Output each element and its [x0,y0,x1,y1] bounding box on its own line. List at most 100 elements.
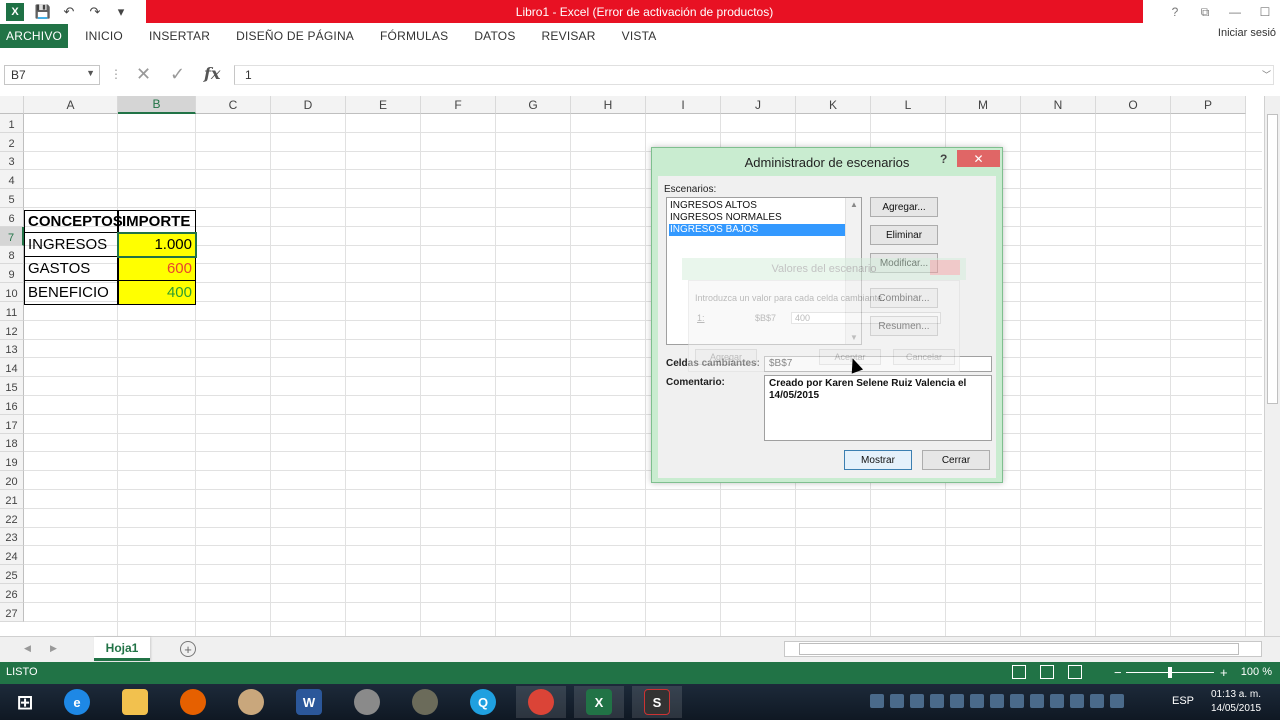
column-header-l[interactable]: L [871,96,946,114]
table-cell-concept[interactable]: INGRESOS [24,233,118,257]
table-header-conceptos[interactable]: CONCEPTOS [24,210,123,233]
zoom-out-icon[interactable]: − [1114,665,1122,680]
ribbon-display-button[interactable]: ⧉ [1190,0,1220,24]
show-button[interactable]: Mostrar [844,450,912,470]
normal-view-icon[interactable] [1012,665,1026,679]
row-header-1[interactable]: 1 [0,114,24,133]
scroll-up-icon[interactable]: ▲ [850,200,858,209]
column-header-d[interactable]: D [271,96,346,114]
sheet-tab-hoja1[interactable]: Hoja1 [94,637,150,661]
dialog-help-button[interactable]: ? [940,152,947,166]
taskbar-app-7[interactable] [400,686,450,718]
list-item[interactable]: INGRESOS BAJOS [669,224,845,236]
horizontal-scrollbar[interactable] [784,641,1262,657]
name-box[interactable]: B7 ▼ [4,65,100,85]
zoom-level[interactable]: 100 % [1241,666,1272,678]
maximize-button[interactable]: ☐ [1250,0,1280,24]
row-header-6[interactable]: 6 [0,208,24,227]
tab-diseno-de-pagina[interactable]: DISEÑO DE PÁGINA [223,24,367,48]
row-header-16[interactable]: 16 [0,396,24,415]
row-header-11[interactable]: 11 [0,302,24,321]
formula-input[interactable]: 1 ﹀ [234,65,1274,85]
row-header-9[interactable]: 9 [0,264,24,284]
zoom-slider[interactable] [1126,667,1214,678]
column-header-g[interactable]: G [496,96,571,114]
taskbar-chrome[interactable] [516,686,566,718]
row-header-4[interactable]: 4 [0,170,24,190]
column-header-h[interactable]: H [571,96,646,114]
chevron-down-icon[interactable]: ▼ [86,68,95,78]
tray-icon[interactable] [1090,694,1104,708]
tray-icon[interactable] [990,694,1004,708]
sheet-prev-icon[interactable]: ◀ [24,643,31,654]
row-header-7[interactable]: 7 [0,226,24,246]
tab-inicio[interactable]: INICIO [72,24,136,48]
add-sheet-icon[interactable]: + [180,641,196,657]
table-cell-value[interactable]: 600 [118,257,196,281]
column-header-j[interactable]: J [721,96,796,114]
tray-icon[interactable] [890,694,904,708]
column-header-i[interactable]: I [646,96,721,114]
list-item[interactable]: INGRESOS ALTOS [669,200,845,212]
row-header-27[interactable]: 27 [0,602,24,622]
drag-handle-icon[interactable]: ⋮ [110,67,122,81]
minimize-button[interactable]: — [1220,0,1250,24]
taskbar-file-explorer[interactable] [110,686,160,718]
undo-icon[interactable]: ↶ [56,1,82,23]
tray-icon[interactable] [950,694,964,708]
help-button[interactable]: ? [1160,0,1190,24]
tray-icon[interactable] [1110,694,1124,708]
save-icon[interactable]: 💾 [30,1,56,23]
input-language[interactable]: ESP [1172,695,1194,707]
row-header-21[interactable]: 21 [0,490,24,509]
row-header-20[interactable]: 20 [0,471,24,490]
tray-icon[interactable] [910,694,924,708]
start-button[interactable]: ⊞ [0,686,50,718]
zoom-slider-knob[interactable] [1168,667,1172,678]
row-header-25[interactable]: 25 [0,565,24,584]
cancel-entry-icon[interactable]: ✕ [136,64,151,85]
row-header-3[interactable]: 3 [0,151,24,171]
column-header-f[interactable]: F [421,96,496,114]
taskbar-paint[interactable] [226,686,276,718]
column-header-n[interactable]: N [1021,96,1096,114]
row-header-2[interactable]: 2 [0,132,24,152]
row-header-8[interactable]: 8 [0,245,24,265]
row-header-17[interactable]: 17 [0,414,24,434]
tray-icon[interactable] [970,694,984,708]
taskbar-app-6[interactable] [342,686,392,718]
tray-icon[interactable] [1010,694,1024,708]
taskbar-app-8[interactable]: Q [458,686,508,718]
customize-qat-icon[interactable]: ▾ [108,1,134,23]
horizontal-scroll-thumb[interactable] [799,643,1239,655]
add-scenario-button[interactable]: Agregar... [870,197,938,217]
page-break-view-icon[interactable] [1068,665,1082,679]
clock[interactable]: 01:13 a. m. 14/05/2015 [1206,688,1266,716]
row-header-26[interactable]: 26 [0,584,24,603]
tab-revisar[interactable]: REVISAR [529,24,609,48]
column-header-o[interactable]: O [1096,96,1171,114]
vertical-scroll-thumb[interactable] [1267,114,1278,404]
dialog-close-button[interactable]: ✕ [957,150,1000,167]
tray-icon[interactable] [930,694,944,708]
row-header-22[interactable]: 22 [0,508,24,528]
tab-insertar[interactable]: INSERTAR [136,24,223,48]
column-header-k[interactable]: K [796,96,871,114]
sheet-next-icon[interactable]: ▶ [50,643,57,654]
column-header-e[interactable]: E [346,96,421,114]
tray-icon[interactable] [1050,694,1064,708]
table-cell-concept[interactable]: GASTOS [24,257,118,281]
table-header-importe[interactable]: IMPORTE [118,210,196,233]
column-header-a[interactable]: A [24,96,118,114]
zoom-in-icon[interactable]: + [1220,665,1228,680]
row-header-14[interactable]: 14 [0,358,24,378]
comment-field[interactable]: Creado por Karen Selene Ruiz Valencia el… [764,375,992,441]
taskbar-excel[interactable]: X [574,686,624,718]
column-header-c[interactable]: C [196,96,271,114]
tray-icon[interactable] [1070,694,1084,708]
select-all-corner[interactable] [0,96,24,114]
vertical-scrollbar[interactable] [1264,96,1280,636]
spreadsheet-grid[interactable]: A B C D E F G H I J K L M N O P 1 2 3 4 5 6 7 8 9 10 11 12 13 14 15 16 1… [0,96,1262,636]
table-cell-concept[interactable]: BENEFICIO [24,281,118,305]
tab-datos[interactable]: DATOS [461,24,528,48]
